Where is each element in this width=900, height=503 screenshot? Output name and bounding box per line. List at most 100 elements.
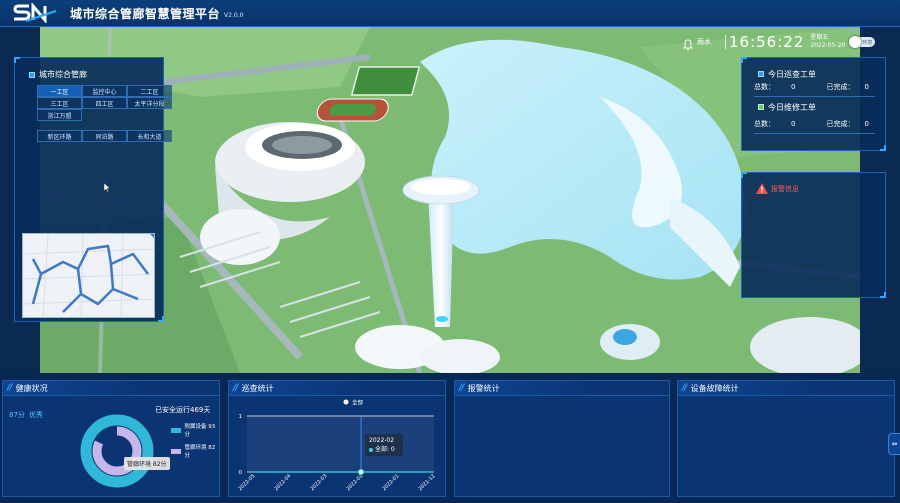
plot-area bbox=[247, 416, 434, 472]
date: 2022-05-20 bbox=[810, 42, 846, 49]
health-score: 87分 优秀 bbox=[9, 410, 43, 420]
tab-zhejiang-wanmeng[interactable]: 浙江万盟 bbox=[37, 109, 82, 121]
app-title: 城市综合管廊智慧管理平台 bbox=[70, 6, 221, 21]
x-tick-label: 2022-01 bbox=[381, 473, 400, 492]
environment-toggle[interactable]: 环境 bbox=[849, 36, 876, 48]
x-tick-label: 2022-04 bbox=[273, 473, 292, 492]
panel-corner bbox=[158, 316, 164, 322]
weather-text: 雨水 bbox=[697, 38, 711, 46]
score-value: 87分 bbox=[9, 411, 25, 419]
legend-item: 附属设备 93分 bbox=[171, 422, 219, 438]
panel-corner bbox=[880, 145, 886, 151]
expand-handle[interactable]: ⇔ bbox=[888, 433, 900, 455]
device-fault-panel: // 设备故障统计 bbox=[677, 380, 895, 497]
double-slash-icon: // bbox=[7, 383, 12, 393]
tab-road-xinqu[interactable]: 新区环路 bbox=[37, 130, 82, 142]
alarm-info-title: 报警信息 bbox=[771, 184, 799, 193]
alarm-stats-panel: // 报警统计 bbox=[454, 380, 670, 497]
double-slash-icon: // bbox=[459, 383, 464, 393]
divider bbox=[725, 35, 726, 49]
x-tick-label: 2022-03 bbox=[309, 473, 328, 492]
app-version: V2.0.0 bbox=[224, 11, 244, 19]
double-slash-icon: // bbox=[233, 383, 238, 393]
weekday: 星期五 bbox=[810, 34, 829, 41]
app-header: 城市综合管廊智慧管理平台 V2.0.0 bbox=[0, 0, 900, 27]
warning-icon bbox=[756, 183, 768, 194]
done-label: 已完成： bbox=[826, 83, 855, 91]
total-label: 总数： bbox=[754, 120, 775, 128]
tab-district-3[interactable]: 三工区 bbox=[37, 97, 82, 109]
legend-item: 管廊环境 82分 bbox=[171, 443, 219, 459]
panel-corner bbox=[880, 292, 886, 298]
alarm-info-panel: 报警信息 bbox=[741, 172, 886, 298]
alarm-stats-title: 报警统计 bbox=[467, 383, 500, 393]
y-tick-label: 1 bbox=[239, 414, 243, 420]
panel-corner bbox=[741, 57, 747, 63]
data-point bbox=[358, 469, 365, 475]
legend-swatch bbox=[171, 427, 182, 433]
repair-order-stats: 总数： 0 已完成： 0 bbox=[742, 118, 885, 130]
legend-label: 附属设备 93分 bbox=[184, 424, 216, 438]
district-tabs: 一工区 监控中心 二工区 三工区 四工区 太平洋分段 浙江万盟 bbox=[37, 85, 172, 121]
divider bbox=[754, 133, 875, 134]
legend-label: 管廊环境 82分 bbox=[184, 445, 216, 459]
legend-dot bbox=[343, 399, 349, 405]
tooltip-date: 2022-02 bbox=[369, 437, 395, 444]
work-orders-panel: 今日巡查工单 总数： 0 已完成： 0 今日维修工单 总数： 0 已完成： 0 bbox=[741, 57, 886, 151]
inspection-order-title: 今日巡查工单 bbox=[768, 69, 816, 79]
repair-order-title: 今日维修工单 bbox=[768, 102, 816, 112]
square-icon bbox=[758, 71, 764, 77]
done-label: 已完成： bbox=[826, 120, 855, 128]
y-tick-label: 0 bbox=[239, 470, 243, 476]
panel-title: 城市综合管廊 bbox=[39, 70, 87, 79]
chevron-left-icon: ⇔ bbox=[891, 440, 898, 448]
repair-total: 0 bbox=[791, 120, 796, 128]
chart-tooltip: 2022-02 全部: 0 bbox=[365, 434, 403, 456]
donut-tooltip: 管廊环境 82分 bbox=[124, 457, 170, 470]
square-icon bbox=[29, 71, 35, 78]
series-dot-icon bbox=[369, 447, 373, 452]
road-tabs: 新区环路 同泊路 长和大道 bbox=[37, 130, 172, 142]
health-legend: 附属设备 93分 管廊环境 82分 bbox=[171, 422, 219, 464]
toggle-knob bbox=[849, 36, 862, 48]
date-block: 星期五 2022-05-20 bbox=[810, 34, 845, 50]
legend-swatch bbox=[171, 448, 182, 454]
health-donut-chart[interactable] bbox=[76, 410, 158, 492]
legend-label: 全部 bbox=[352, 399, 364, 407]
panel-corner bbox=[14, 57, 20, 63]
mini-map[interactable] bbox=[22, 233, 155, 318]
inspection-done: 0 bbox=[864, 83, 869, 91]
panel-corner bbox=[741, 172, 747, 178]
tab-district-4[interactable]: 四工区 bbox=[82, 97, 127, 109]
square-icon bbox=[758, 104, 764, 110]
inspection-stats-panel: // 巡查统计 全部 0 1 2022-05 2022-04 2022-03 2022-02… bbox=[228, 380, 446, 497]
tab-district-2[interactable]: 二工区 bbox=[127, 85, 172, 97]
sn-logo bbox=[12, 1, 58, 25]
tab-road-tongbo[interactable]: 同泊路 bbox=[82, 130, 127, 142]
total-label: 总数： bbox=[754, 83, 775, 91]
x-tick-label: 2022-02 bbox=[345, 473, 364, 492]
tab-road-changhe[interactable]: 长和大道 bbox=[127, 130, 172, 142]
x-tick-label: 2022-05 bbox=[237, 473, 256, 492]
clock: 16:56:22 bbox=[729, 33, 805, 51]
inspection-total: 0 bbox=[791, 83, 796, 91]
tooltip-value: 全部: 0 bbox=[375, 446, 395, 453]
status-bar: 雨水 16:56:22 星期五 2022-05-20 环境 bbox=[682, 30, 876, 54]
double-slash-icon: // bbox=[682, 383, 687, 393]
inspection-line-chart[interactable]: 全部 0 1 2022-05 2022-04 2022-03 2022-02 2022-01 2… bbox=[229, 396, 447, 498]
device-fault-title: 设备故障统计 bbox=[690, 383, 739, 393]
score-grade: 优秀 bbox=[28, 411, 43, 419]
tooltip-value-row: 全部: 0 bbox=[369, 445, 399, 454]
toggle-label: 环境 bbox=[862, 39, 873, 46]
safe-days: 已安全运行469天 bbox=[155, 406, 211, 414]
inspection-order-stats: 总数： 0 已完成： 0 bbox=[742, 81, 885, 93]
mouse-cursor-icon bbox=[104, 183, 110, 192]
repair-done: 0 bbox=[864, 120, 869, 128]
tab-monitor-center[interactable]: 监控中心 bbox=[82, 85, 127, 97]
tab-district-1[interactable]: 一工区 bbox=[37, 85, 82, 97]
inspection-stats-title: 巡查统计 bbox=[241, 383, 274, 393]
tab-pacific-section[interactable]: 太平洋分段 bbox=[127, 97, 172, 109]
divider bbox=[754, 96, 875, 97]
x-tick-label: 2021-12 bbox=[417, 473, 436, 492]
bell-icon[interactable] bbox=[682, 36, 694, 51]
